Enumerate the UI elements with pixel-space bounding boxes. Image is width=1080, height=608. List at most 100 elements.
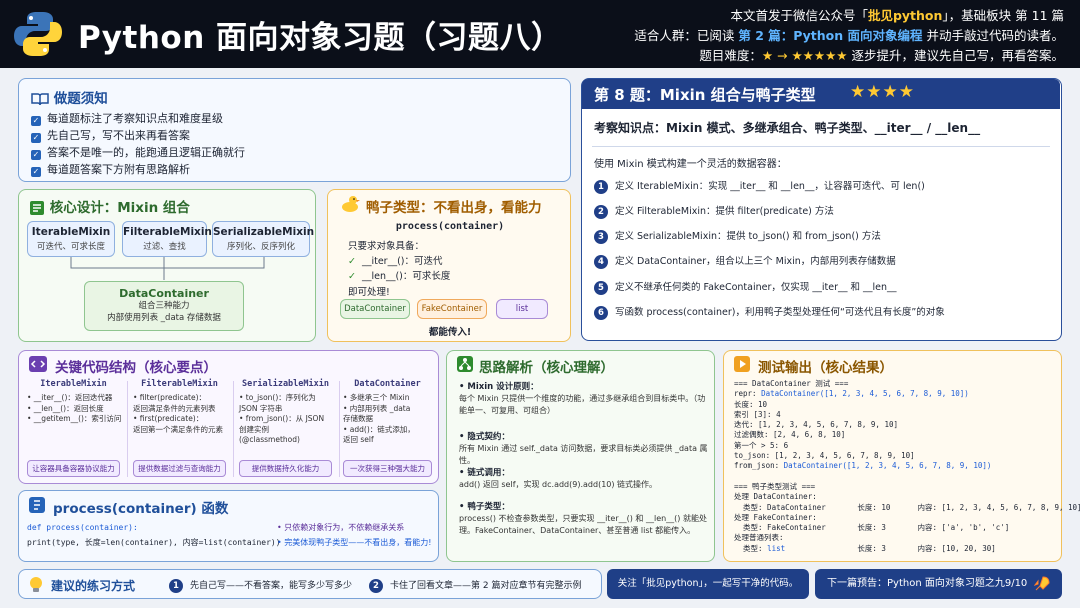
col-item: • 多继承三个 Mixin bbox=[343, 393, 410, 402]
col-item: JSON 字符串 bbox=[239, 403, 283, 413]
output-line: 过滤偶数: [2, 4, 6, 8, 10] bbox=[734, 430, 846, 440]
audience-prefix: 适合人群：已阅读 bbox=[634, 28, 739, 43]
col-item: • from_json()：从 JSON bbox=[239, 414, 325, 423]
play-icon bbox=[734, 356, 750, 372]
header-meta: 本文首发于微信公众号「批见python」，基础板块 第 11 篇 适合人群：已阅… bbox=[634, 6, 1064, 66]
col-item: • first(predicate)： bbox=[133, 414, 204, 423]
check-icon: ✓ bbox=[348, 256, 356, 267]
analysis-head: • 鸭子类型： bbox=[459, 502, 510, 512]
container-desc: 内部使用列表 _data 存储数据 bbox=[107, 313, 221, 323]
duck-icon bbox=[342, 196, 360, 212]
header-bar: Python 面向对象习题（习题八） 本文首发于微信公众号「批见python」，… bbox=[0, 0, 1080, 68]
mixin-name: SerializableMixin bbox=[213, 226, 315, 238]
analysis-title: 思路解析（核心理解） bbox=[479, 360, 614, 376]
mixin-desc: 可迭代、可求长度 bbox=[36, 242, 105, 252]
struct-col-filterable: FilterableMixin • filter(predicate)： 返回满… bbox=[129, 379, 230, 479]
next-text: 下一篇预告：Python 面向对象习题之九9/10 bbox=[827, 578, 1028, 589]
meta-suffix: 」，基础板块 第 11 篇 bbox=[942, 8, 1064, 23]
output-line: repr: DataContainer([1, 2, 3, 4, 5, 6, 7… bbox=[734, 389, 969, 399]
col-heading: IterableMixin bbox=[40, 379, 107, 389]
duck-req-iter: ✓ __iter__()：可迭代 bbox=[348, 253, 443, 267]
step-text: 写函数 process(container)，利用鸭子类型处理任何“可迭代且有长… bbox=[615, 307, 945, 318]
duck-need: 只要求对象具备： bbox=[348, 241, 425, 252]
col-tag: 让容器具备容器协议能力 bbox=[27, 460, 120, 477]
problem-lead: 使用 Mixin 模式构建一个灵活的数据容器： bbox=[594, 159, 787, 170]
output-line: 类型: list 长度: 3 内容: [10, 20, 30] bbox=[734, 543, 996, 553]
analysis-body: 所有 Mixin 通过 self._data 访问数据，要求目标类必须提供 _d… bbox=[459, 444, 708, 465]
note-text: 每道题答案下方附有思路解析 bbox=[47, 163, 190, 176]
col-item: • add()：链式添加， bbox=[343, 424, 415, 434]
datacontainer-box: DataContainer 组合三种能力 内部使用列表 _data 存储数据 bbox=[84, 281, 244, 331]
function-icon bbox=[29, 497, 45, 513]
col-heading: FilterableMixin bbox=[141, 379, 218, 389]
col-item: 返回满足条件的元素列表 bbox=[133, 403, 216, 413]
follow-banner[interactable]: 关注「批见python」，一起写干净的代码。 bbox=[607, 569, 809, 599]
divider bbox=[127, 381, 128, 477]
col-item: • __iter__()：返回迭代器 bbox=[27, 393, 113, 402]
container-name: DataContainer bbox=[119, 287, 209, 300]
output-line: 处理 DataContainer: bbox=[734, 492, 817, 502]
output-console: === DataContainer 测试 === repr: DataContai… bbox=[734, 379, 1080, 554]
step-number: 4 bbox=[594, 254, 608, 269]
col-item: 存储数据 bbox=[343, 414, 373, 423]
problem-step: 4 定义 DataContainer，组合以上三个 Mixin，内部用列表存储数据 bbox=[594, 253, 896, 269]
practice-text: 卡住了回看文章——第 2 篇对应章节有完整示例 bbox=[390, 581, 582, 591]
code-line: print(type, 长度=len(container), 内容=list(c… bbox=[27, 538, 281, 547]
prereq-article-link[interactable]: 第 2 篇：Python 面向对象编程 bbox=[738, 28, 922, 43]
test-output-card: 测试输出（核心结果） === DataContainer 测试 === repr:… bbox=[723, 350, 1080, 562]
struct-col-datacontainer: DataContainer • 多继承三个 Mixin • 内部用列表 _dat… bbox=[339, 379, 436, 479]
problem-step: 1 定义 IterableMixin：实现 __iter__ 和 __len__，… bbox=[594, 178, 925, 194]
difficulty-stars: ★ → ★★★★★ bbox=[761, 48, 848, 63]
col-heading: SerializableMixin bbox=[242, 379, 329, 389]
analysis-card: 思路解析（核心理解） • Mixin 设计原则： 每个 Mixin 只提供一个维度… bbox=[446, 350, 715, 562]
checkbox-icon: ✓ bbox=[31, 167, 41, 177]
brand-name[interactable]: 批见python bbox=[868, 8, 942, 23]
meta-prefix: 本文首发于微信公众号「 bbox=[730, 8, 868, 23]
mixin-desc: 序列化、反序列化 bbox=[226, 242, 295, 252]
col-tag: 提供数据过滤与查询能力 bbox=[133, 460, 226, 477]
req-text: __len__()：可求长度 bbox=[361, 271, 451, 282]
duck-title: 鸭子类型：不看出身，看能力 bbox=[366, 200, 542, 216]
col-item: • __len__()：返回长度 bbox=[27, 403, 104, 413]
practice-title: 建议的练习方式 bbox=[51, 579, 136, 593]
duck-typing-card: 鸭子类型：不看出身，看能力 process(container) 只要求对象具备… bbox=[327, 189, 571, 342]
output-line: to_json: [1, 2, 3, 4, 5, 6, 7, 8, 9, 10] bbox=[734, 451, 915, 461]
page-title: Python 面向对象习题（习题八） bbox=[78, 20, 563, 56]
practice-text: 先自己写——不看答案，能写多少写多少 bbox=[190, 581, 353, 591]
step-number: 6 bbox=[594, 305, 608, 320]
practice-bar: 建议的练习方式 1 先自己写——不看答案，能写多少写多少 2 卡住了回看文章——第 … bbox=[18, 569, 602, 599]
step-number: 2 bbox=[594, 204, 608, 219]
output-line: === DataContainer 测试 === bbox=[734, 379, 849, 388]
step-text: 定义不继承任何类的 FakeContainer，仅实现 __iter__ 和 _… bbox=[615, 282, 897, 293]
analysis-body: add() 返回 self，实现 dc.add(9).add(10) 链式操作。 bbox=[459, 480, 658, 489]
col-item: • filter(predicate)： bbox=[133, 393, 207, 402]
mixin-box-serializable: SerializableMixin 序列化、反序列化 bbox=[212, 221, 315, 257]
pill-fakecontainer: FakeContainer bbox=[417, 299, 487, 319]
step-text: 定义 DataContainer，组合以上三个 Mixin，内部用列表存储数据 bbox=[615, 256, 896, 267]
analysis-head: • 隐式契约： bbox=[459, 432, 510, 442]
list-item: ✓ 每道题答案下方附有思路解析 bbox=[31, 161, 245, 178]
col-item: • 内部用列表 _data bbox=[343, 403, 411, 413]
output-line: 索引 [3]: 4 bbox=[734, 409, 781, 419]
step-number: 3 bbox=[594, 229, 608, 244]
code-icon bbox=[29, 356, 47, 372]
check-icon: ✓ bbox=[348, 271, 356, 282]
problem-title: 第 8 题：Mixin 组合与鸭子类型 bbox=[594, 86, 816, 104]
step-text: 定义 FilterableMixin：提供 filter(predicate) … bbox=[615, 206, 834, 217]
mixin-box-iterable: IterableMixin 可迭代、可求长度 bbox=[27, 221, 115, 257]
note-text: 每道题标注了考察知识点和难度星级 bbox=[47, 112, 223, 125]
checkbox-icon: ✓ bbox=[31, 150, 41, 160]
mixin-desc: 过滤、查找 bbox=[143, 242, 186, 252]
analysis-block: • 链式调用： add() 返回 self，实现 dc.add(9).add(10… bbox=[459, 467, 711, 491]
mixin-box-filterable: FilterableMixin 过滤、查找 bbox=[122, 221, 212, 257]
network-icon bbox=[457, 356, 473, 372]
output-line: 迭代: [1, 2, 3, 4, 5, 6, 7, 8, 9, 10] bbox=[734, 420, 899, 430]
list-item: ✓ 先自己写，写不出来再看答案 bbox=[31, 127, 245, 144]
note-text: 先自己写，写不出来再看答案 bbox=[47, 129, 190, 142]
mixin-name: FilterableMixin bbox=[123, 226, 212, 238]
duck-footer: 都能传入! bbox=[428, 327, 472, 338]
note-text: 答案不是唯一的，能跑通且逻辑正确就行 bbox=[47, 146, 245, 159]
next-article-banner[interactable]: 下一篇预告：Python 面向对象习题之九9/10 bbox=[815, 569, 1062, 599]
problem-step: 2 定义 FilterableMixin：提供 filter(predicate)… bbox=[594, 203, 834, 219]
col-heading: DataContainer bbox=[354, 379, 421, 389]
